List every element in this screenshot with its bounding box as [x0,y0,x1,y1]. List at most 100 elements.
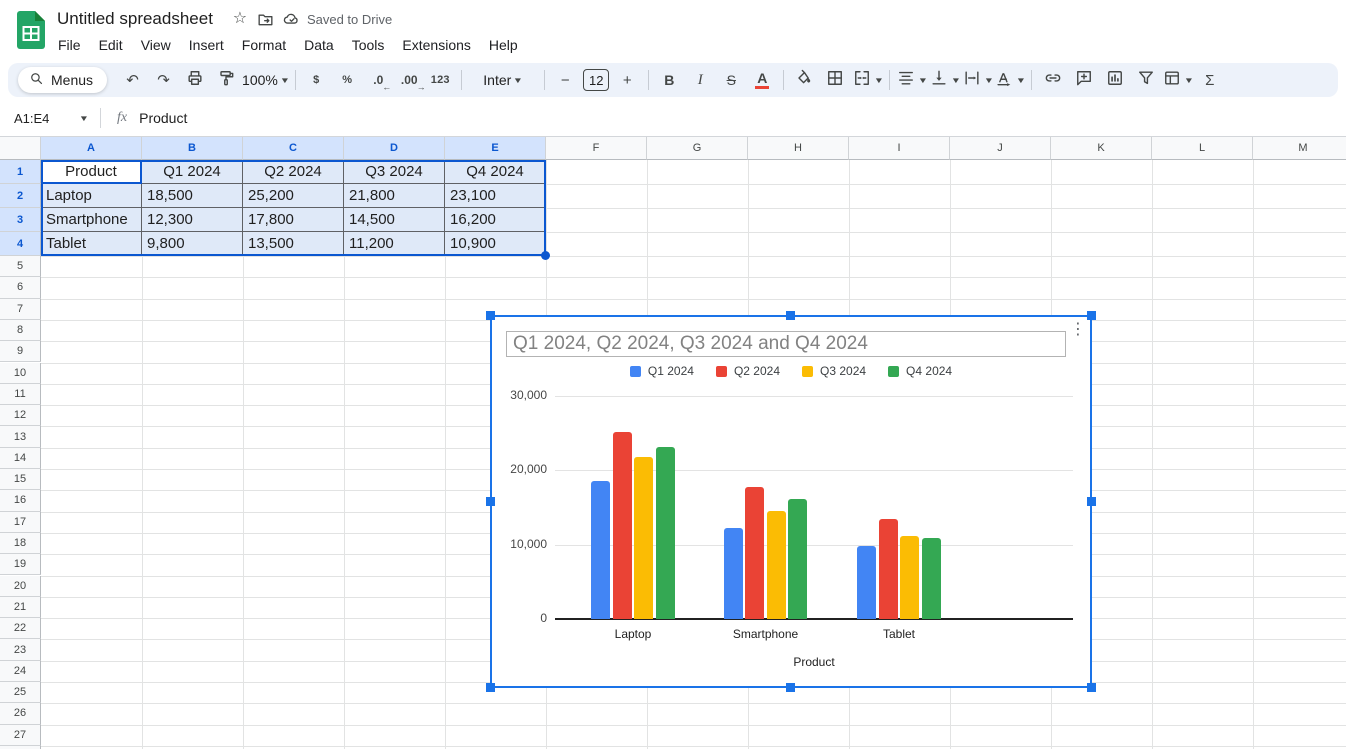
saved-cloud-icon[interactable] [279,6,305,32]
column-header-B[interactable]: B [142,137,243,160]
cell-B1[interactable]: Q1 2024 [142,160,243,184]
menu-tools[interactable]: Tools [343,35,394,55]
column-header-I[interactable]: I [849,137,950,160]
font-select[interactable]: Inter▼ [468,67,538,93]
cell-A1[interactable]: Product [41,160,142,184]
chart-resize-handle[interactable] [486,497,495,506]
formula-input[interactable]: Product [139,110,187,126]
cell-C1[interactable]: Q2 2024 [243,160,344,184]
cell-D1[interactable]: Q3 2024 [344,160,445,184]
move-folder-icon[interactable] [253,6,279,32]
cell-D2[interactable]: 21,800 [344,184,445,208]
row-header-13[interactable]: 13 [0,426,41,447]
menu-data[interactable]: Data [295,35,343,55]
cell-E2[interactable]: 23,100 [445,184,546,208]
name-box[interactable]: A1:E4 ▼ [0,111,96,126]
italic-button[interactable]: I [686,67,715,93]
fill-handle[interactable] [541,251,550,260]
menu-edit[interactable]: Edit [90,35,132,55]
column-header-C[interactable]: C [243,137,344,160]
row-header-4[interactable]: 4 [0,232,41,256]
row-header-14[interactable]: 14 [0,448,41,469]
chart-resize-handle[interactable] [786,311,795,320]
column-header-D[interactable]: D [344,137,445,160]
menu-view[interactable]: View [132,35,180,55]
fill-color-button[interactable] [790,67,819,93]
menus-pill[interactable]: Menus [18,67,107,93]
decrease-decimal-button[interactable]: .0← [364,67,393,93]
menu-format[interactable]: Format [233,35,295,55]
cell-B3[interactable]: 12,300 [142,208,243,232]
increase-decimal-button[interactable]: .00→ [395,67,424,93]
cell-C2[interactable]: 25,200 [243,184,344,208]
row-header-8[interactable]: 8 [0,320,41,341]
menu-extensions[interactable]: Extensions [393,35,479,55]
sheets-logo-icon[interactable] [17,11,45,54]
chart-resize-handle[interactable] [786,683,795,692]
row-header-27[interactable]: 27 [0,725,41,746]
cell-D4[interactable]: 11,200 [344,232,445,256]
redo-button[interactable]: ↷ [149,67,178,93]
undo-button[interactable]: ↶ [118,67,147,93]
column-header-F[interactable]: F [546,137,647,160]
insert-link-button[interactable] [1038,67,1067,93]
cell-E1[interactable]: Q4 2024 [445,160,546,184]
row-header-5[interactable]: 5 [0,256,41,277]
cell-D3[interactable]: 14,500 [344,208,445,232]
chart-resize-handle[interactable] [486,683,495,692]
column-header-L[interactable]: L [1152,137,1253,160]
zoom-select[interactable]: 100%▼ [242,67,289,93]
bold-button[interactable]: B [655,67,684,93]
row-header-17[interactable]: 17 [0,512,41,533]
text-wrap-button[interactable]: ▼ [962,67,993,93]
row-header-22[interactable]: 22 [0,618,41,639]
document-title[interactable]: Untitled spreadsheet [57,9,213,29]
embedded-chart[interactable]: ⋮ Q1 2024, Q2 2024, Q3 2024 and Q4 2024 … [490,315,1092,688]
row-header-23[interactable]: 23 [0,639,41,660]
column-header-K[interactable]: K [1051,137,1152,160]
horizontal-align-button[interactable]: ▼ [896,67,927,93]
column-header-H[interactable]: H [748,137,849,160]
chart-resize-handle[interactable] [486,311,495,320]
row-header-10[interactable]: 10 [0,363,41,384]
percent-button[interactable]: % [333,67,362,93]
cell-C3[interactable]: 17,800 [243,208,344,232]
cell-A4[interactable]: Tablet [41,232,142,256]
decrease-font-button[interactable]: − [551,67,580,93]
row-header-15[interactable]: 15 [0,469,41,490]
borders-button[interactable] [821,67,850,93]
star-icon[interactable]: ☆ [227,6,253,32]
row-header-6[interactable]: 6 [0,277,41,298]
cell-E3[interactable]: 16,200 [445,208,546,232]
row-header-12[interactable]: 12 [0,405,41,426]
row-header-2[interactable]: 2 [0,184,41,208]
cell-A2[interactable]: Laptop [41,184,142,208]
row-header-3[interactable]: 3 [0,208,41,232]
row-header-21[interactable]: 21 [0,597,41,618]
cell-C4[interactable]: 13,500 [243,232,344,256]
row-header-11[interactable]: 11 [0,384,41,405]
column-header-J[interactable]: J [950,137,1051,160]
column-header-E[interactable]: E [445,137,546,160]
more-formats-button[interactable]: 123 [426,67,455,93]
cell-E4[interactable]: 10,900 [445,232,546,256]
row-header-16[interactable]: 16 [0,490,41,511]
increase-font-button[interactable]: + [613,67,642,93]
chart-resize-handle[interactable] [1087,683,1096,692]
select-all-corner[interactable] [0,137,41,160]
create-filter-button[interactable] [1131,67,1160,93]
row-header-26[interactable]: 26 [0,703,41,724]
insert-chart-button[interactable] [1100,67,1129,93]
functions-button[interactable]: Σ [1195,67,1224,93]
print-button[interactable] [180,67,209,93]
chart-resize-handle[interactable] [1087,497,1096,506]
row-header-20[interactable]: 20 [0,576,41,597]
font-size-input[interactable]: 12 [582,67,611,93]
table-button[interactable]: ▼ [1162,67,1193,93]
insert-comment-button[interactable] [1069,67,1098,93]
row-header-9[interactable]: 9 [0,341,41,362]
cell-B4[interactable]: 9,800 [142,232,243,256]
menu-help[interactable]: Help [480,35,527,55]
row-header-24[interactable]: 24 [0,661,41,682]
row-header-7[interactable]: 7 [0,299,41,320]
